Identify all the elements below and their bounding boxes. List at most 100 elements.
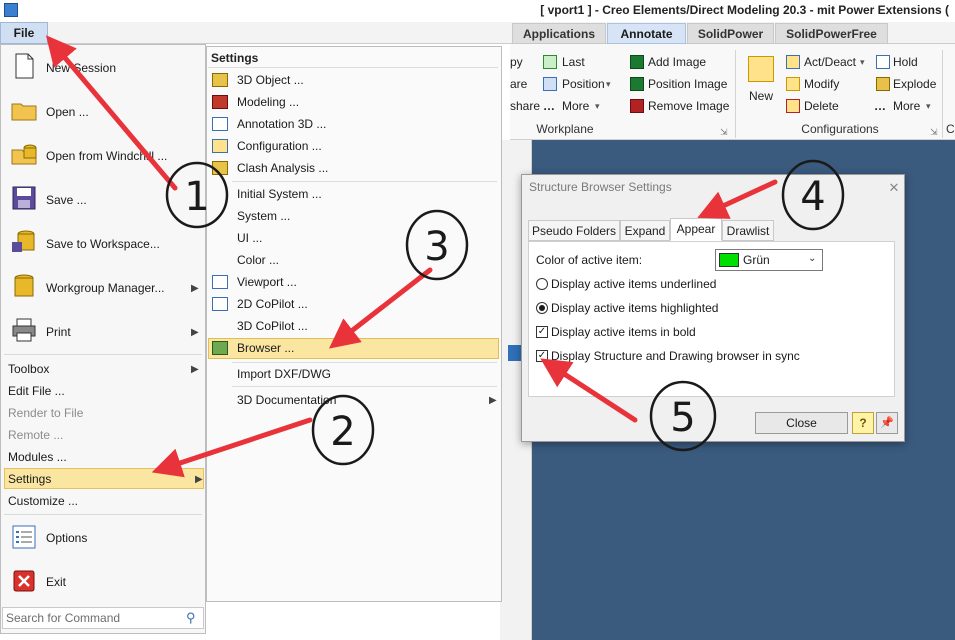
- file-menu-button[interactable]: File: [0, 22, 48, 44]
- chevron-down-icon: ▾: [926, 101, 931, 111]
- submenu-modeling[interactable]: Modeling ...: [237, 95, 299, 109]
- last-button[interactable]: Last: [562, 54, 585, 70]
- submenu-2d-copilot[interactable]: 2D CoPilot ...: [237, 297, 308, 311]
- tab-appear[interactable]: Appear: [670, 218, 722, 241]
- more-config-button[interactable]: More: [893, 98, 920, 114]
- dialog-close-icon[interactable]: ✕: [886, 180, 902, 196]
- submenu-import-dxf[interactable]: Import DXF/DWG: [237, 367, 331, 381]
- color-swatch: [719, 253, 739, 267]
- more-dots-icon: …: [543, 99, 555, 113]
- color-value: Grün: [743, 253, 770, 267]
- submenu-annotation-3d[interactable]: Annotation 3D ...: [237, 117, 326, 131]
- tab-applications[interactable]: Applications: [512, 23, 606, 44]
- position-button[interactable]: Position: [562, 76, 605, 92]
- chevron-down-icon: ⌄: [808, 253, 817, 264]
- browser-tree-icon: [212, 341, 228, 355]
- annotation-3d-icon: [212, 117, 228, 131]
- explode-button[interactable]: Explode: [893, 76, 936, 92]
- modify-button[interactable]: Modify: [804, 76, 839, 92]
- submenu-arrow-icon: ▶: [489, 395, 497, 406]
- add-image-button[interactable]: Add Image: [648, 54, 706, 70]
- radio-highlighted[interactable]: [536, 302, 548, 314]
- submenu-divider: [232, 386, 497, 387]
- submenu-3d-copilot[interactable]: 3D CoPilot ...: [237, 319, 308, 333]
- ribbon-clipped-share[interactable]: share: [510, 98, 540, 114]
- menu-options[interactable]: Options: [46, 531, 87, 545]
- ribbon-clipped-copy[interactable]: py: [510, 54, 523, 70]
- group-launcher-icon[interactable]: ⇲: [720, 124, 728, 140]
- submenu-arrow-icon: ▶: [195, 474, 203, 485]
- checkbox-sync[interactable]: ✓: [536, 350, 548, 362]
- new-config-icon: [748, 56, 774, 82]
- submenu-header: Settings: [211, 51, 259, 65]
- radio-underlined[interactable]: [536, 278, 548, 290]
- close-button[interactable]: Close: [755, 412, 848, 434]
- copilot-2d-icon: [212, 297, 228, 311]
- menu-customize[interactable]: Customize ...: [8, 494, 78, 508]
- submenu-color[interactable]: Color ...: [237, 253, 279, 267]
- save-disk-icon: [12, 186, 36, 210]
- menu-exit[interactable]: Exit: [46, 575, 66, 589]
- tab-annotate[interactable]: Annotate: [607, 23, 686, 44]
- menu-save-workspace[interactable]: Save to Workspace...: [46, 237, 160, 251]
- ribbon-clipped-compare[interactable]: are: [510, 76, 527, 92]
- tab-solidpower[interactable]: SolidPower: [687, 23, 774, 44]
- folder-open-icon: [11, 103, 37, 121]
- submenu-browser[interactable]: Browser ...: [237, 341, 294, 355]
- submenu-arrow-icon: ▶: [191, 364, 199, 375]
- modify-icon: [786, 77, 800, 91]
- hold-button[interactable]: Hold: [893, 54, 918, 70]
- group-launcher-icon[interactable]: ⇲: [930, 124, 938, 140]
- explode-icon: [876, 77, 890, 91]
- delete-button[interactable]: Delete: [804, 98, 839, 114]
- submenu-viewport[interactable]: Viewport ...: [237, 275, 297, 289]
- search-icon[interactable]: ⚲: [186, 610, 200, 625]
- last-icon: [543, 55, 557, 69]
- menu-open-windchill[interactable]: Open from Windchill ...: [46, 149, 167, 163]
- tab-expand[interactable]: Expand: [620, 220, 670, 241]
- chevron-down-icon: ▾: [860, 57, 865, 67]
- delete-icon: [786, 99, 800, 113]
- menu-divider: [4, 514, 202, 515]
- position-icon: [543, 77, 557, 91]
- submenu-clash-analysis[interactable]: Clash Analysis ...: [237, 161, 328, 175]
- menu-save[interactable]: Save ...: [46, 193, 87, 207]
- menu-new-session[interactable]: New Session: [46, 61, 116, 75]
- submenu-3d-documentation[interactable]: 3D Documentation: [237, 393, 336, 407]
- menu-workgroup-manager[interactable]: Workgroup Manager...: [46, 281, 165, 295]
- color-active-label: Color of active item:: [536, 253, 643, 267]
- group-label-clipped: C: [946, 122, 955, 136]
- printer-icon: [12, 318, 36, 342]
- tab-solidpowerfree[interactable]: SolidPowerFree: [775, 23, 888, 44]
- remove-image-button[interactable]: Remove Image: [648, 98, 729, 114]
- menu-settings[interactable]: Settings: [8, 472, 51, 486]
- act-deact-button[interactable]: Act/Deact: [804, 54, 856, 70]
- menu-modules[interactable]: Modules ...: [8, 450, 67, 464]
- menu-print[interactable]: Print: [46, 325, 71, 339]
- new-config-button[interactable]: New: [749, 88, 773, 104]
- tab-drawlist[interactable]: Drawlist: [722, 220, 774, 241]
- viewport-icon: [212, 275, 228, 289]
- window-title: [ vport1 ] - Creo Elements/Direct Modeli…: [540, 3, 949, 17]
- position-image-button[interactable]: Position Image: [648, 76, 727, 92]
- more-dots-icon: …: [874, 99, 886, 113]
- clash-analysis-icon: [212, 161, 228, 175]
- submenu-3d-object[interactable]: 3D Object ...: [237, 73, 304, 87]
- submenu-system[interactable]: System ...: [237, 209, 290, 223]
- checkbox-sync-label: Display Structure and Drawing browser in…: [551, 349, 800, 363]
- checkbox-bold[interactable]: ✓: [536, 326, 548, 338]
- menu-toolbox[interactable]: Toolbox: [8, 362, 49, 376]
- tab-pseudo-folders[interactable]: Pseudo Folders: [528, 220, 620, 241]
- menu-open[interactable]: Open ...: [46, 105, 89, 119]
- more-button[interactable]: More: [562, 98, 589, 114]
- app-icon[interactable]: [4, 3, 18, 17]
- radio-underlined-label: Display active items underlined: [551, 277, 717, 291]
- position-image-icon: [630, 77, 644, 91]
- submenu-configuration[interactable]: Configuration ...: [237, 139, 322, 153]
- submenu-ui[interactable]: UI ...: [237, 231, 262, 245]
- menu-edit-file[interactable]: Edit File ...: [8, 384, 65, 398]
- exit-close-icon: [13, 570, 35, 592]
- submenu-initial-system[interactable]: Initial System ...: [237, 187, 322, 201]
- help-button[interactable]: ?: [852, 412, 874, 434]
- pin-icon[interactable]: 📌: [876, 412, 898, 434]
